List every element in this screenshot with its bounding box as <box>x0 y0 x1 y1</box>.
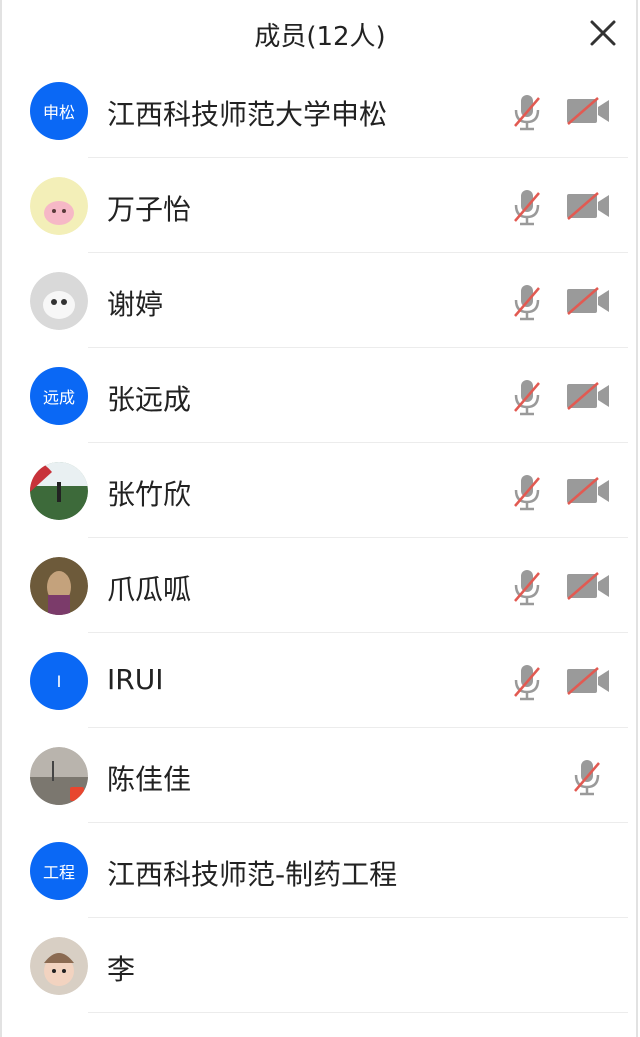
avatar-photo <box>30 557 88 615</box>
member-list: 申松 江西科技师范大学申松 万子怡 谢婷 远成 张远成 张竹欣 爪瓜呱 I IR… <box>0 63 638 1013</box>
mic-muted-icon[interactable] <box>510 473 544 511</box>
header: 成员(12人) <box>0 0 640 68</box>
avatar-photo <box>30 462 88 520</box>
camera-off-icon[interactable] <box>565 96 611 126</box>
member-name: 江西科技师范大学申松 <box>107 98 388 131</box>
member-name: 陈佳佳 <box>107 763 192 796</box>
member-row[interactable]: 工程 江西科技师范-制药工程 <box>0 823 638 918</box>
member-name: 李 <box>107 953 136 986</box>
member-row[interactable]: 陈佳佳 <box>0 728 638 823</box>
avatar-photo <box>30 177 88 235</box>
camera-off-icon[interactable] <box>565 476 611 506</box>
camera-off-icon[interactable] <box>565 666 611 696</box>
member-row[interactable]: 李 <box>0 918 638 1013</box>
member-name: 万子怡 <box>107 193 192 226</box>
mic-muted-icon[interactable] <box>510 93 544 131</box>
member-name: 张远成 <box>107 383 192 416</box>
avatar <box>30 177 88 235</box>
close-icon[interactable] <box>588 18 618 48</box>
member-row[interactable]: 谢婷 <box>0 253 638 348</box>
member-name: 张竹欣 <box>107 478 192 511</box>
camera-off-icon[interactable] <box>565 191 611 221</box>
mic-muted-icon[interactable] <box>510 188 544 226</box>
member-row[interactable]: 万子怡 <box>0 158 638 253</box>
mic-muted-icon[interactable] <box>510 568 544 606</box>
member-row[interactable]: 张竹欣 <box>0 443 638 538</box>
camera-off-icon[interactable] <box>565 571 611 601</box>
avatar-photo <box>30 937 88 995</box>
mic-muted-icon[interactable] <box>510 663 544 701</box>
avatar <box>30 462 88 520</box>
avatar <box>30 272 88 330</box>
page-title: 成员(12人) <box>254 22 386 52</box>
avatar: 工程 <box>30 842 88 900</box>
mic-muted-icon[interactable] <box>570 758 604 796</box>
avatar-initials: 申松 <box>42 103 75 122</box>
avatar: 申松 <box>30 82 88 140</box>
member-name: 谢婷 <box>107 288 164 321</box>
avatar: 远成 <box>30 367 88 425</box>
member-row[interactable]: I IRUI <box>0 633 638 728</box>
camera-off-icon[interactable] <box>565 286 611 316</box>
mic-muted-icon[interactable] <box>510 378 544 416</box>
avatar: I <box>30 652 88 710</box>
avatar-photo <box>30 272 88 330</box>
member-row[interactable]: 申松 江西科技师范大学申松 <box>0 63 638 158</box>
avatar-initials: 远成 <box>42 388 75 407</box>
avatar-initials: I <box>56 671 62 691</box>
camera-off-icon[interactable] <box>565 381 611 411</box>
member-name: 爪瓜呱 <box>107 573 192 606</box>
avatar <box>30 937 88 995</box>
member-name: 江西科技师范-制药工程 <box>107 858 398 891</box>
row-divider <box>88 1012 628 1013</box>
avatar <box>30 557 88 615</box>
avatar-initials: 工程 <box>42 863 75 882</box>
mic-muted-icon[interactable] <box>510 283 544 321</box>
member-row[interactable]: 远成 张远成 <box>0 348 638 443</box>
avatar <box>30 747 88 805</box>
member-name: IRUI <box>107 663 164 696</box>
member-row[interactable]: 爪瓜呱 <box>0 538 638 633</box>
avatar-badge <box>70 787 84 801</box>
